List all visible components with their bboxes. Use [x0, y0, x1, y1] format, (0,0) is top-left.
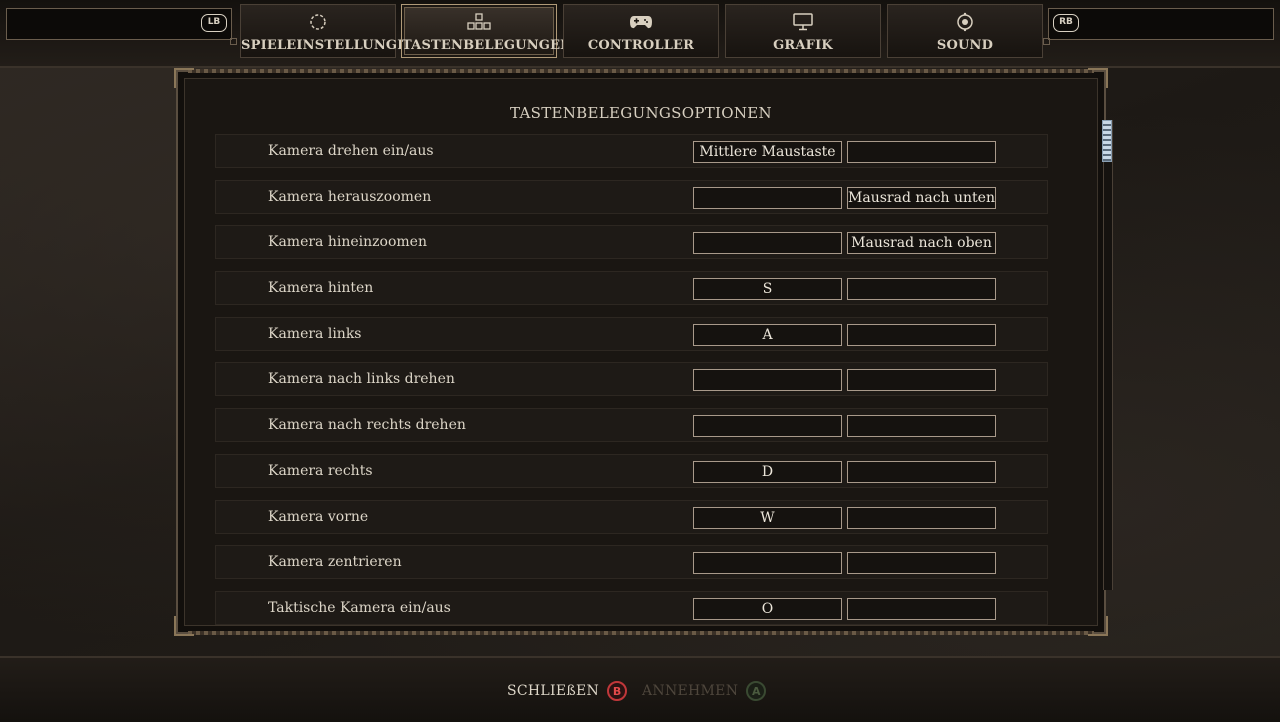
secondary-binding-slot[interactable]: [847, 323, 996, 346]
action-label: Kamera zentrieren: [268, 554, 402, 571]
action-label: Kamera hineinzoomen: [268, 234, 427, 251]
monitor-icon: [726, 13, 880, 31]
keybinding-row[interactable]: Taktische Kamera ein/aus O: [215, 590, 1048, 625]
keybinding-row[interactable]: Kamera rechts D: [215, 453, 1048, 488]
keys-icon: [402, 13, 556, 31]
primary-binding-slot[interactable]: A: [693, 323, 842, 346]
primary-binding-slot[interactable]: [693, 552, 842, 575]
top-navigation-bar: LB SPIELEINSTELLUNGEN TASTENBELEGUNGEN C…: [0, 0, 1280, 68]
b-button-icon: B: [607, 681, 628, 701]
a-button-icon: A: [746, 681, 767, 701]
primary-binding-slot[interactable]: [693, 186, 842, 209]
corner-ornament: [174, 68, 194, 88]
primary-binding-slot[interactable]: S: [693, 278, 842, 301]
keybinding-row[interactable]: Kamera hinten S: [215, 271, 1048, 306]
bumper-ornament: [230, 38, 237, 45]
keybinding-row[interactable]: Kamera hineinzoomen Mausrad nach oben: [215, 225, 1048, 260]
secondary-binding-slot[interactable]: Mausrad nach oben: [847, 232, 996, 255]
corner-ornament: [1088, 616, 1108, 636]
speaker-icon: [888, 12, 1042, 32]
secondary-binding-slot[interactable]: Mausrad nach unten: [847, 186, 996, 209]
bottom-bar: [0, 656, 1280, 722]
primary-binding-slot[interactable]: [693, 232, 842, 255]
secondary-binding-slot[interactable]: [847, 278, 996, 301]
primary-binding-slot[interactable]: W: [693, 506, 842, 529]
primary-binding-slot[interactable]: Mittlere Maustaste: [693, 141, 842, 163]
primary-binding-slot[interactable]: O: [693, 597, 842, 620]
gear-ring-icon: [241, 13, 395, 31]
gamepad-icon: [564, 13, 718, 31]
action-label: Kamera nach links drehen: [268, 371, 455, 388]
action-label: Kamera rechts: [268, 462, 373, 479]
action-label: Kamera drehen ein/aus: [268, 143, 434, 159]
lb-button-icon: LB: [201, 14, 227, 32]
tab-controller[interactable]: CONTROLLER: [563, 4, 719, 58]
scrollbar-track[interactable]: [1103, 120, 1113, 590]
action-label: Kamera links: [268, 325, 362, 342]
keybinding-list: Kamera drehen ein/aus Mittlere Maustaste…: [215, 134, 1048, 637]
panel-frame-ornament: [188, 69, 1094, 73]
rb-button-icon: RB: [1053, 14, 1079, 32]
secondary-binding-slot[interactable]: [847, 415, 996, 438]
keybinding-row[interactable]: Kamera vorne W: [215, 499, 1048, 534]
primary-binding-slot[interactable]: [693, 415, 842, 438]
corner-ornament: [174, 616, 194, 636]
keybinding-panel: TASTENBELEGUNGSOPTIONEN Kamera drehen ei…: [174, 68, 1108, 637]
close-button[interactable]: SCHLIEßEN B: [507, 680, 628, 702]
secondary-binding-slot[interactable]: [847, 460, 996, 483]
primary-binding-slot[interactable]: D: [693, 460, 842, 483]
keybinding-row[interactable]: Kamera drehen ein/aus Mittlere Maustaste: [215, 134, 1048, 168]
right-bumper-box[interactable]: RB: [1043, 8, 1274, 45]
keybinding-row[interactable]: Kamera nach rechts drehen: [215, 408, 1048, 443]
keybinding-row[interactable]: Kamera nach links drehen: [215, 362, 1048, 397]
primary-binding-slot[interactable]: [693, 369, 842, 392]
close-label: SCHLIEßEN: [507, 683, 600, 699]
tab-label: SPIELEINSTELLUNGEN: [241, 38, 420, 53]
tab-spieleinstellungen[interactable]: SPIELEINSTELLUNGEN: [240, 4, 420, 58]
keybinding-row[interactable]: Kamera links A: [215, 316, 1048, 351]
tab-label: SOUND: [936, 38, 994, 53]
secondary-binding-slot[interactable]: [847, 597, 996, 620]
tab-grafik[interactable]: GRAFIK: [725, 4, 881, 58]
action-label: Taktische Kamera ein/aus: [268, 599, 451, 616]
left-bumper-box[interactable]: LB: [6, 8, 237, 45]
tab-tastenbelegungen[interactable]: TASTENBELEGUNGEN: [401, 4, 573, 58]
secondary-binding-slot[interactable]: [847, 141, 996, 163]
action-label: Kamera nach rechts drehen: [268, 417, 466, 434]
tab-label: TASTENBELEGUNGEN: [402, 38, 573, 53]
panel-title: TASTENBELEGUNGSOPTIONEN: [510, 104, 772, 122]
accept-label: ANNEHMEN: [642, 683, 739, 699]
accept-button[interactable]: ANNEHMEN A: [642, 680, 767, 702]
secondary-binding-slot[interactable]: [847, 506, 996, 529]
secondary-binding-slot[interactable]: [847, 369, 996, 392]
scrollbar-thumb[interactable]: [1102, 120, 1112, 162]
tab-label: CONTROLLER: [587, 38, 695, 53]
action-label: Kamera vorne: [268, 508, 369, 525]
tab-label: GRAFIK: [773, 38, 833, 53]
bumper-ornament: [1043, 38, 1050, 45]
keybinding-row[interactable]: Kamera zentrieren: [215, 545, 1048, 580]
tab-sound[interactable]: SOUND: [887, 4, 1043, 58]
action-label: Kamera herauszoomen: [268, 188, 432, 205]
keybinding-row[interactable]: Kamera herauszoomen Mausrad nach unten: [215, 179, 1048, 214]
corner-ornament: [1088, 68, 1108, 88]
action-label: Kamera hinten: [268, 280, 374, 297]
secondary-binding-slot[interactable]: [847, 552, 996, 575]
